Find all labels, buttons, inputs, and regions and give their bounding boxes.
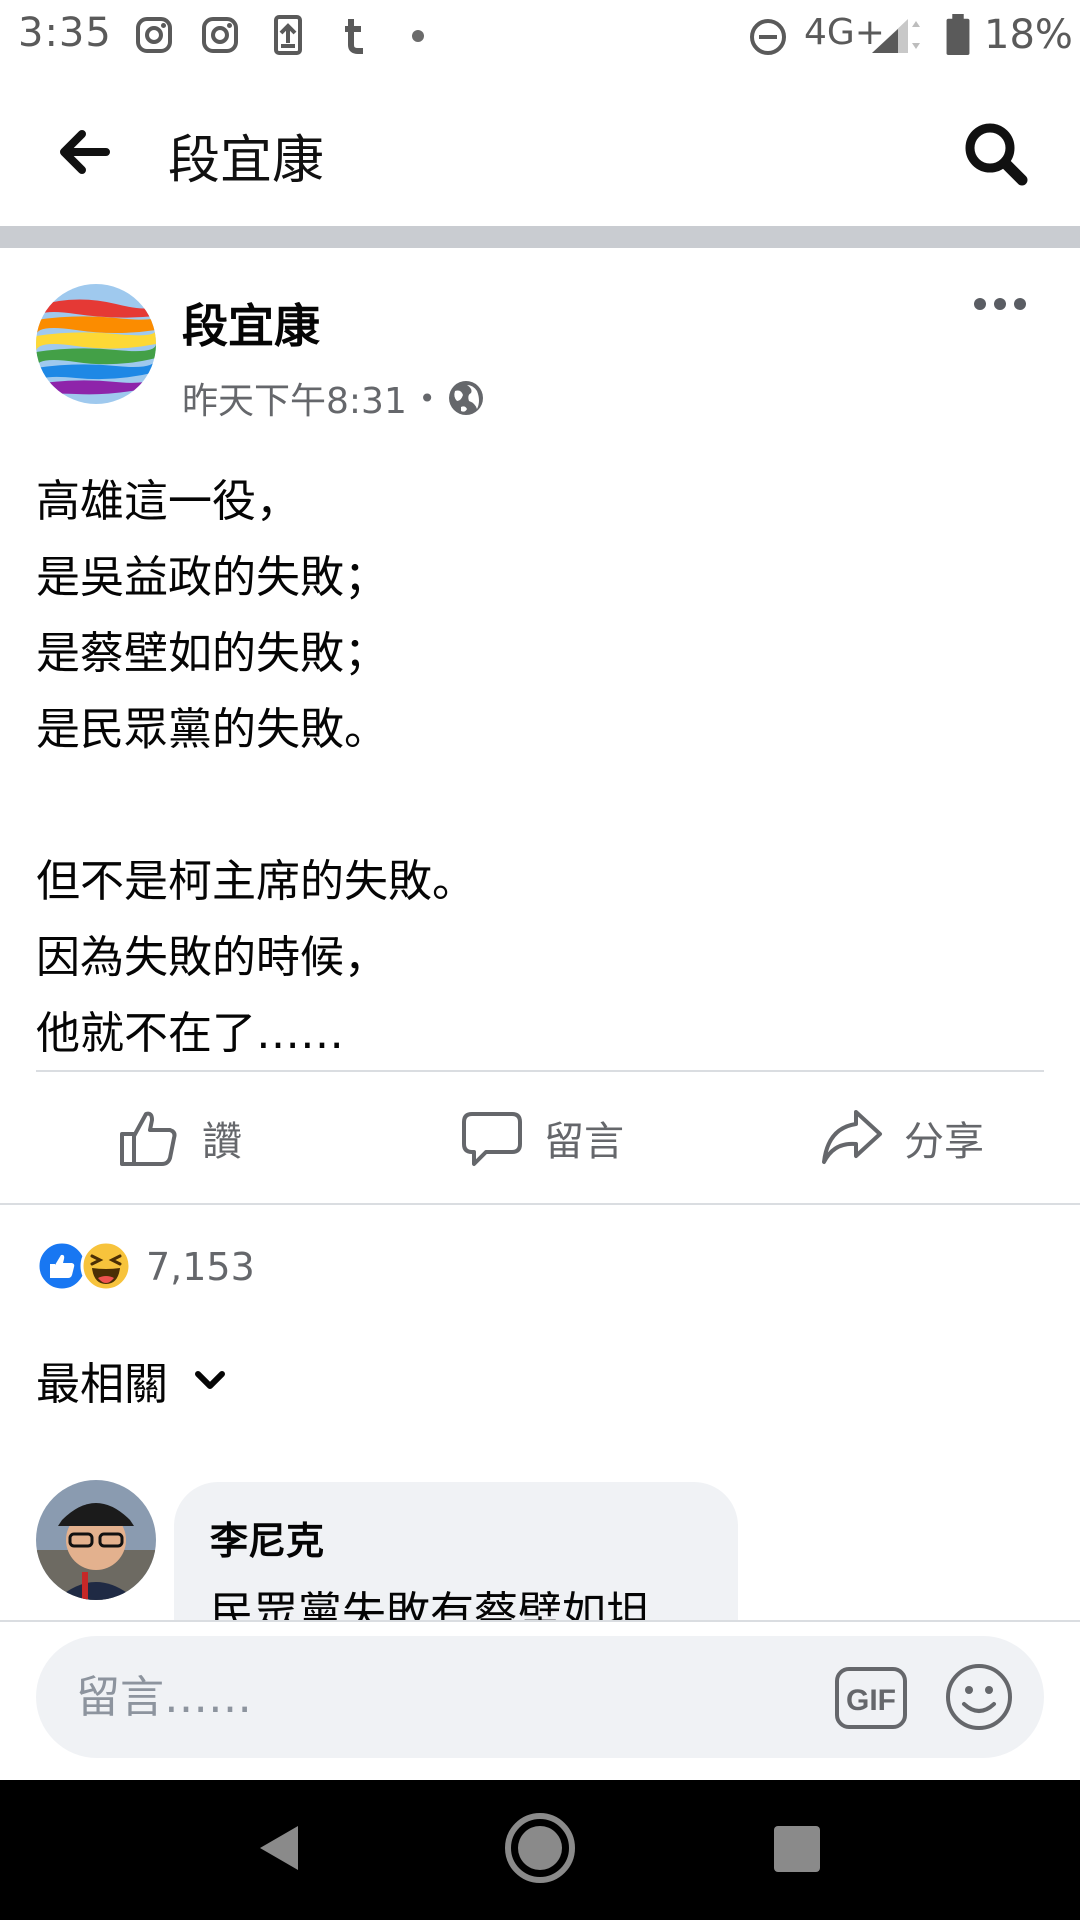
upload-icon [274,15,302,55]
commenter-photo [36,1480,156,1600]
post-line: 高雄這一役， [36,476,300,527]
share-arrow-icon [822,1110,882,1164]
app-header: 段宜康 [0,76,1080,226]
post-body: 高雄這一役， 是吳益政的失敗； 是蔡壁如的失敗； 是民眾黨的失敗。 但不是柯主席… [36,464,1046,1072]
comment-sort-dropdown[interactable]: 最相關 [36,1348,230,1412]
reaction-count: 7,153 [146,1245,255,1289]
thumbs-up-icon [120,1111,177,1166]
instagram-icon [202,17,238,53]
signal-icon [872,19,920,53]
more-notifications-dot [412,30,424,42]
commenter-avatar[interactable] [36,1480,156,1600]
rainbow-flag-image [36,284,156,404]
nav-back-icon[interactable] [252,1818,312,1878]
comment-text: 民眾黨失敗有蔡壁如坦 [210,1588,650,1622]
sort-label: 最相關 [36,1359,168,1410]
status-bar: 3:35 4G+ 18% [0,0,1080,76]
do-not-disturb-icon [750,19,786,55]
post-author-name[interactable]: 段宜康 [182,290,320,356]
nav-home-icon[interactable] [502,1810,578,1886]
share-button[interactable]: 分享 [820,1096,984,1180]
actions-divider [36,1070,1044,1072]
post-line: 但不是柯主席的失敗。 [36,856,476,907]
share-label: 分享 [904,1119,984,1165]
nav-recents-icon[interactable] [772,1824,822,1874]
comment-label: 留言 [544,1119,624,1165]
reaction-icons [36,1240,136,1294]
back-arrow-icon[interactable] [52,120,116,184]
post-line: 是吳益政的失敗； [36,552,388,603]
status-time: 3:35 [18,10,112,56]
tumblr-icon [345,19,363,54]
like-button[interactable]: 讚 [118,1096,242,1180]
search-icon[interactable] [960,118,1032,190]
gif-label: GIF [846,1684,896,1717]
battery-percent: 18% [984,12,1073,58]
post-meta: 昨天下午8:31 • [182,372,485,424]
battery-icon [946,14,970,56]
like-label: 讚 [202,1119,242,1165]
post-line: 是蔡壁如的失敗； [36,628,388,679]
header-divider [0,226,1080,248]
emoji-icon[interactable] [944,1662,1014,1732]
system-nav-bar [0,1780,1080,1920]
post-line: 因為失敗的時候， [36,932,388,983]
instagram-icon [136,17,172,53]
post-line [36,768,1046,844]
chevron-down-icon [195,1371,225,1389]
post-line: 他就不在了…… [36,1008,344,1059]
haha-reaction-icon [80,1240,132,1292]
gif-icon[interactable]: GIF [834,1666,908,1730]
more-options-icon[interactable] [970,286,1030,322]
actions-divider [0,1203,1080,1205]
comment-bubble[interactable]: 李尼克 民眾黨失敗有蔡壁如坦 [174,1482,738,1622]
comment-bubble-icon [462,1112,522,1166]
globe-icon [449,381,484,415]
comment-author[interactable]: 李尼克 [210,1510,702,1565]
reactions-summary[interactable]: 7,153 [36,1240,255,1294]
post-timestamp[interactable]: 昨天下午8:31 [182,372,407,424]
post-line: 是民眾黨的失敗。 [36,704,388,755]
meta-separator: • [418,381,436,415]
page-title: 段宜康 [168,131,325,191]
author-avatar[interactable] [36,284,156,404]
comment-button[interactable]: 留言 [460,1096,624,1180]
